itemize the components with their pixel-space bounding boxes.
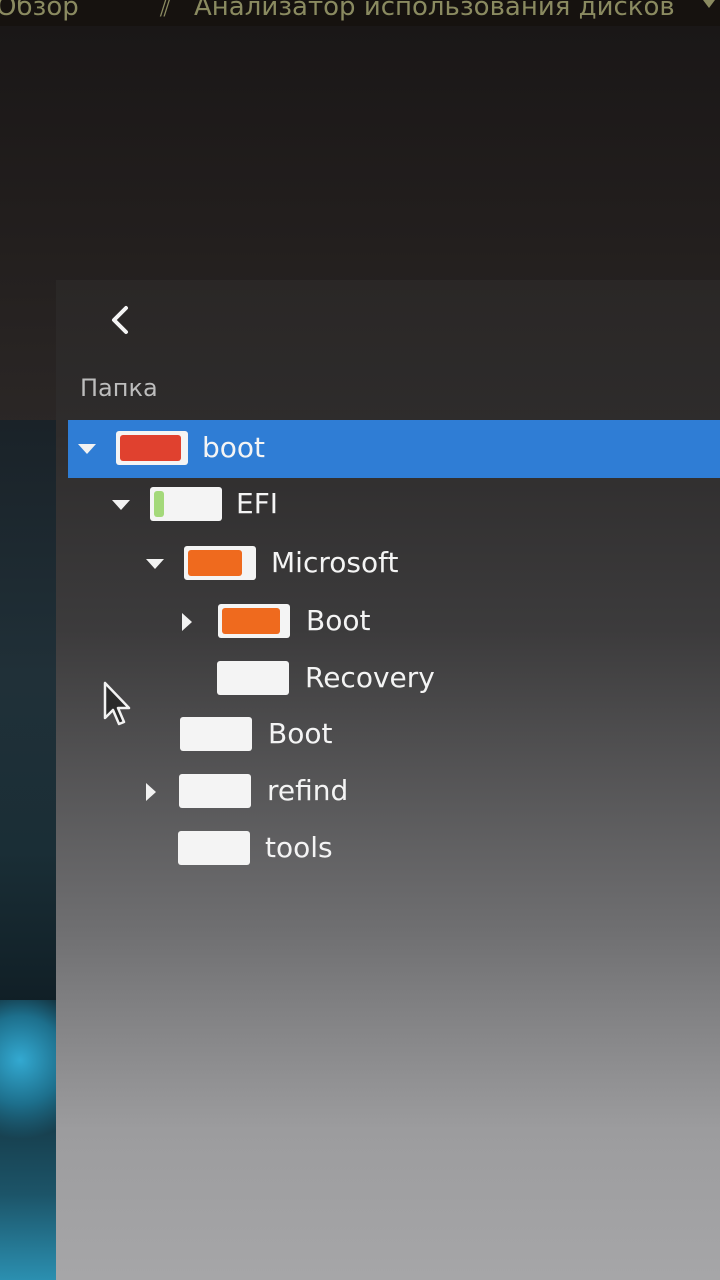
usage-bar <box>217 661 289 695</box>
usage-bar-fill <box>188 550 242 576</box>
usage-bar-fill <box>222 608 280 634</box>
usage-bar <box>178 831 250 865</box>
usage-bar <box>218 604 290 638</box>
tree-row[interactable]: tools <box>56 820 720 878</box>
tree-row[interactable]: Boot <box>56 593 720 651</box>
usage-bar <box>180 717 252 751</box>
folder-name: Boot <box>268 717 333 750</box>
usage-bar <box>116 431 188 465</box>
app-menu-dropdown-icon[interactable] <box>700 0 718 8</box>
chevron-left-icon <box>112 306 128 334</box>
app-menu-icon: ⫽ <box>160 0 171 22</box>
mouse-pointer-icon <box>103 681 131 726</box>
folder-name: Microsoft <box>271 546 399 579</box>
usage-bar-fill <box>120 435 181 461</box>
usage-bar <box>150 487 222 521</box>
expander-down-icon[interactable] <box>112 500 130 510</box>
tree-row[interactable]: boot <box>68 420 720 478</box>
folder-name: refind <box>267 774 349 807</box>
expander-down-icon[interactable] <box>78 444 96 454</box>
folder-name: Boot <box>306 604 371 637</box>
back-button[interactable] <box>104 300 136 340</box>
folder-name: EFI <box>236 487 279 520</box>
wallpaper-glow <box>0 1000 60 1150</box>
usage-bar-fill <box>154 491 164 517</box>
expander-right-icon[interactable] <box>182 613 192 631</box>
usage-bar <box>184 546 256 580</box>
activities-overview-button[interactable]: Обзор <box>0 0 79 22</box>
tree-row[interactable]: refind <box>56 763 720 821</box>
tree-row[interactable]: EFI <box>56 476 720 534</box>
usage-bar <box>179 774 251 808</box>
folder-name: Recovery <box>305 661 435 694</box>
top-bar: Обзор ⫽ Анализатор использования дисков <box>0 0 720 26</box>
app-menu-button[interactable]: Анализатор использования дисков <box>194 0 675 22</box>
folder-name: tools <box>265 831 333 864</box>
folder-name: boot <box>202 431 266 464</box>
tree-row[interactable]: Microsoft <box>56 535 720 593</box>
tree-row[interactable]: Boot <box>56 706 720 764</box>
expander-right-icon[interactable] <box>146 783 156 801</box>
tree-row[interactable]: Recovery <box>56 650 720 708</box>
folder-column-header[interactable]: Папка <box>80 374 158 402</box>
expander-down-icon[interactable] <box>146 559 164 569</box>
